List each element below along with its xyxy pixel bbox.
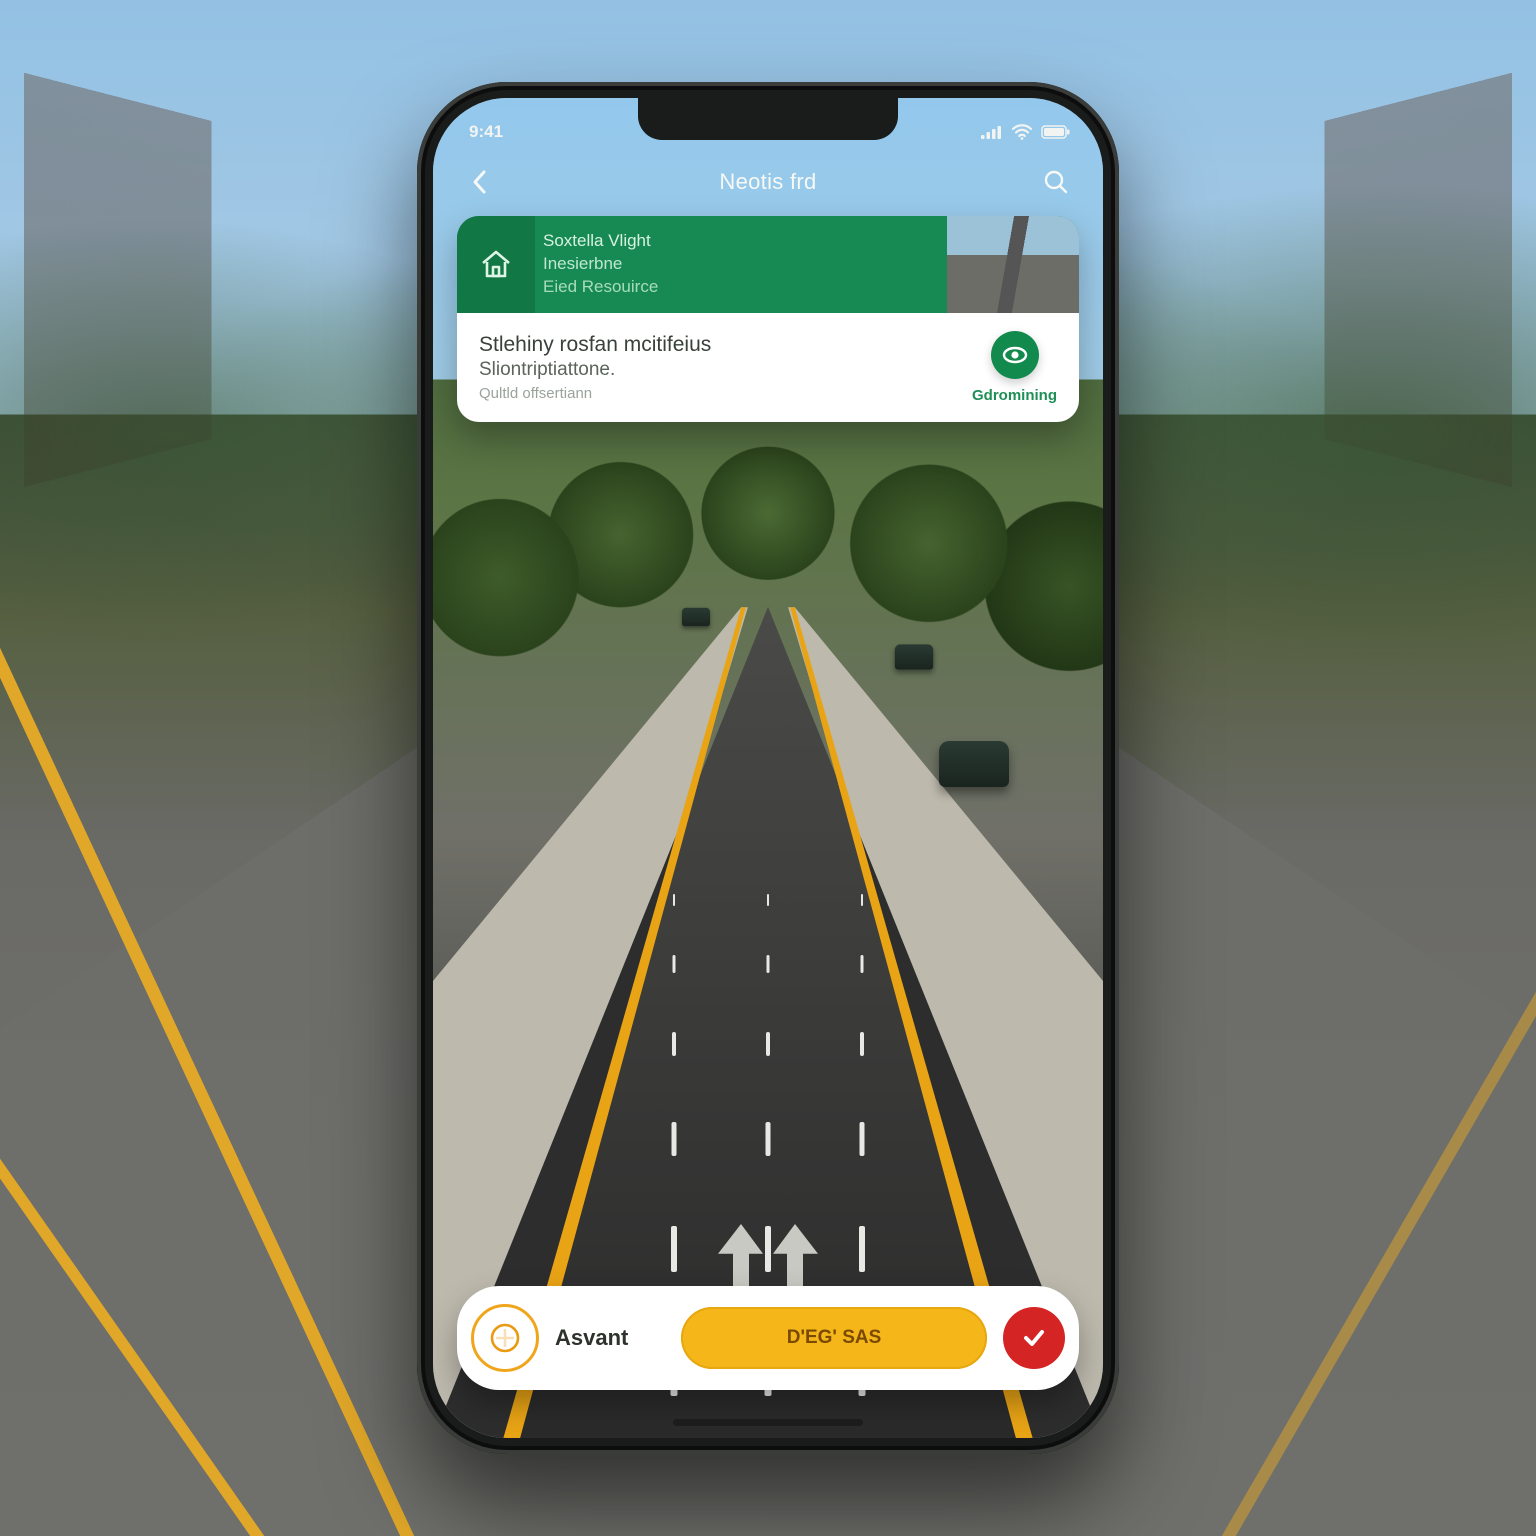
- banner-title: Stlehiny rosfan mcitifeius: [479, 333, 958, 357]
- assistant-button[interactable]: [471, 1304, 539, 1372]
- view-button[interactable]: [991, 331, 1039, 379]
- banner-subtitle: Sliontriptiattone.: [479, 359, 958, 381]
- battery-icon: [1041, 125, 1071, 139]
- page-title: Neotis frd: [719, 169, 816, 195]
- confirm-button[interactable]: [1003, 1307, 1065, 1369]
- banner-thumbnail: [947, 216, 1079, 313]
- car-graphic: [895, 644, 934, 669]
- signal-icon: [981, 125, 1003, 139]
- notch: [638, 98, 898, 140]
- banner-header: Soxtella Vlight Inesierbne Eied Resouirc…: [457, 216, 1079, 313]
- home-icon: [457, 216, 535, 313]
- banner-action-label[interactable]: Gdromining: [972, 387, 1057, 404]
- pill-button-label: D'EG' SAS: [787, 1327, 882, 1349]
- primary-pill-button[interactable]: D'EG' SAS: [681, 1307, 987, 1369]
- phone-screen: 9:41 Neotis frd: [433, 98, 1103, 1438]
- wifi-icon: [1011, 124, 1033, 140]
- assistant-label: Asvant: [555, 1325, 665, 1351]
- status-time: 9:41: [469, 122, 503, 142]
- search-button[interactable]: [1037, 163, 1075, 201]
- app-header: Neotis frd: [433, 153, 1103, 211]
- banner-line: Inesierbne: [543, 253, 933, 276]
- banner-line: Eied Resouirce: [543, 276, 933, 299]
- home-indicator[interactable]: [673, 1419, 863, 1426]
- back-button[interactable]: [461, 163, 499, 201]
- banner-caption: Qultld offsertiann: [479, 385, 958, 402]
- car-graphic: [939, 741, 1009, 787]
- car-graphic: [682, 608, 710, 626]
- banner-line: Soxtella Vlight: [543, 230, 933, 253]
- phone-frame: 9:41 Neotis frd: [417, 82, 1119, 1454]
- bottom-action-bar: Asvant D'EG' SAS: [457, 1286, 1079, 1390]
- route-banner-card[interactable]: Soxtella Vlight Inesierbne Eied Resouirc…: [457, 216, 1079, 422]
- banner-body: Stlehiny rosfan mcitifeius Sliontriptiat…: [457, 313, 1079, 422]
